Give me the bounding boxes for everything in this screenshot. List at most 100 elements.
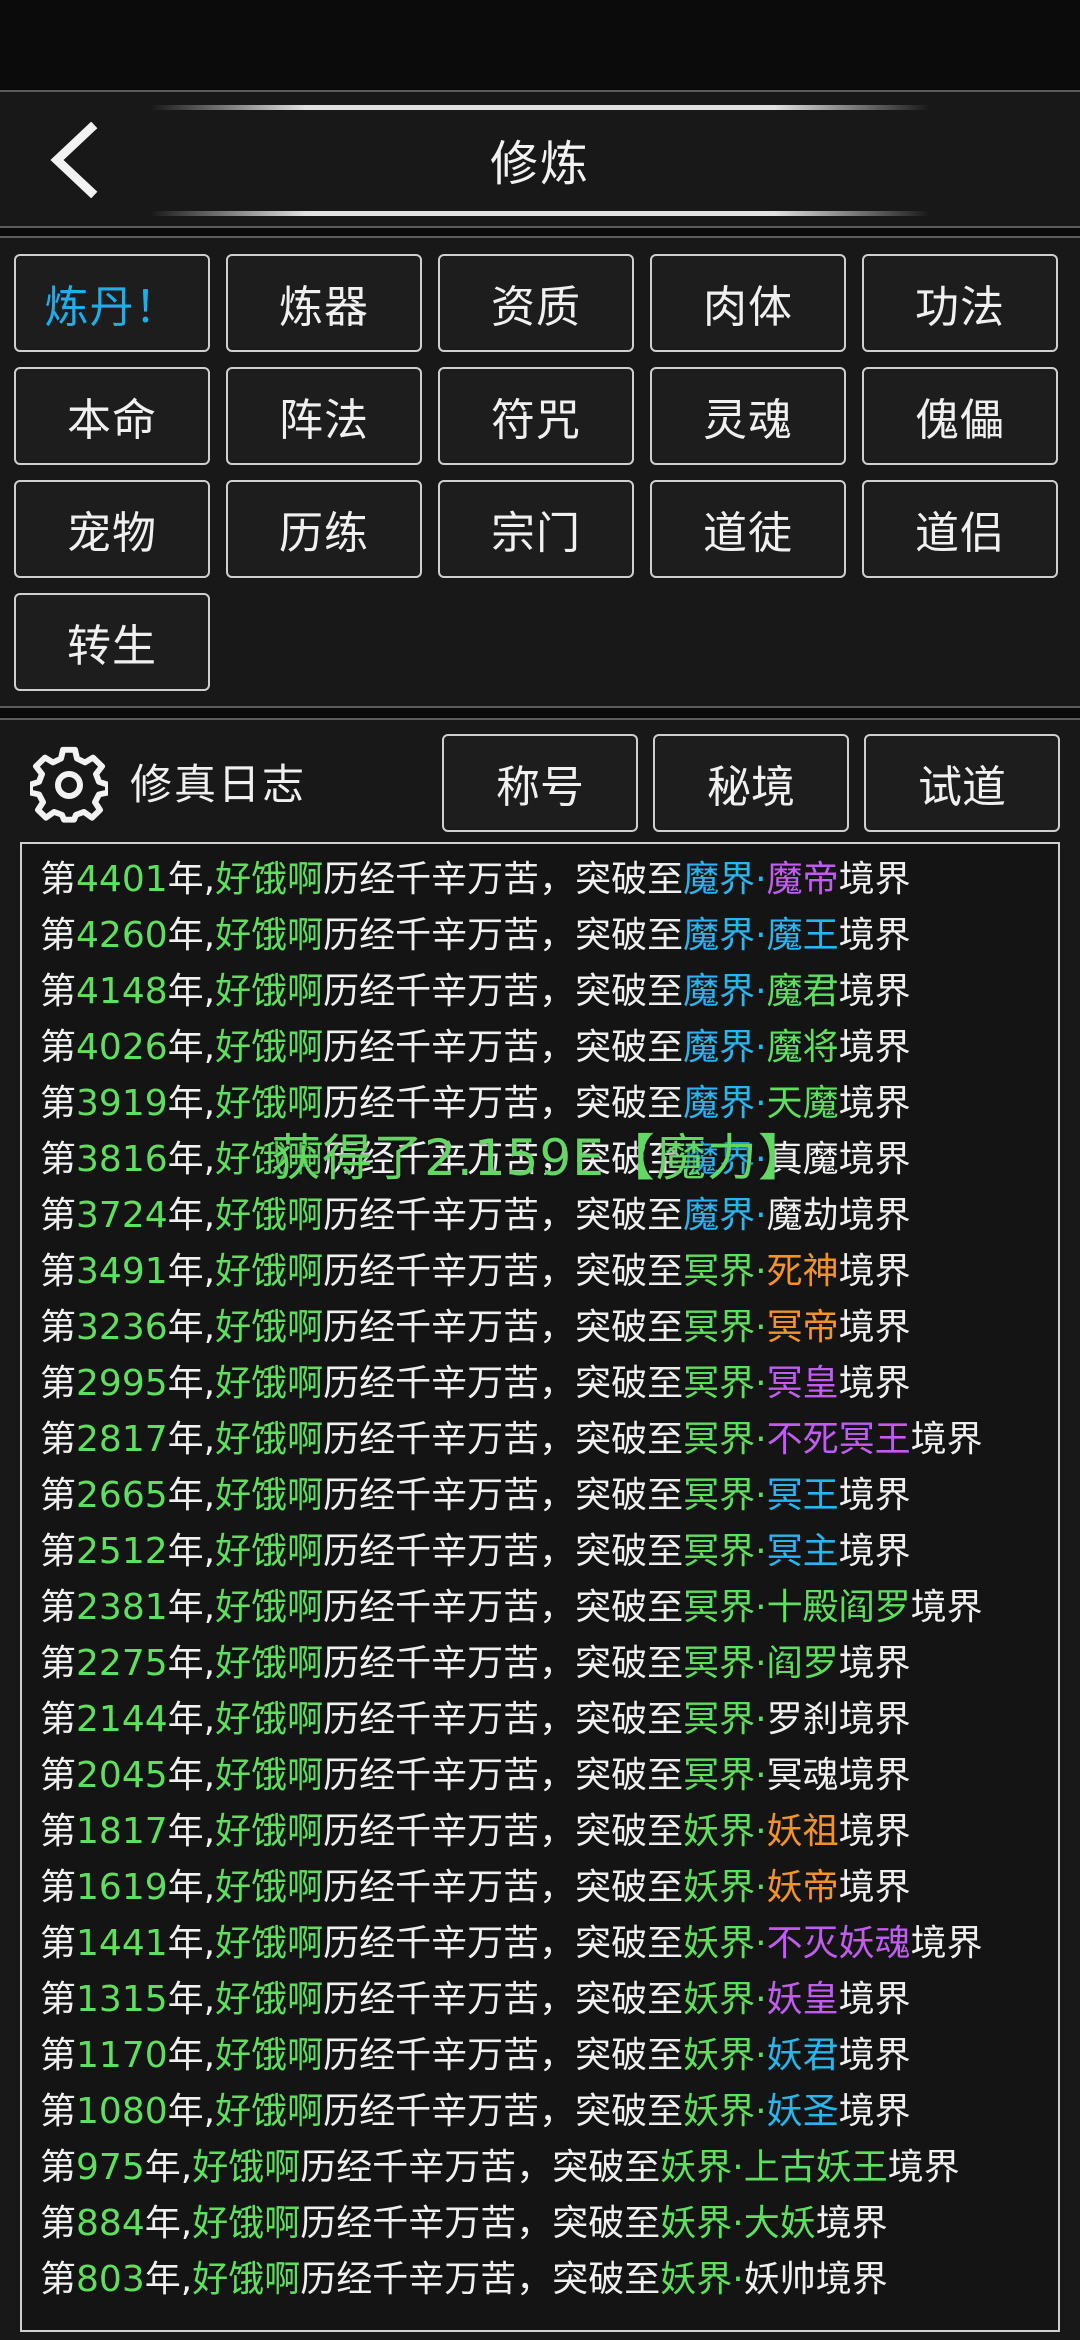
log-world: 妖界: [683, 2091, 756, 2132]
log-middle-text: 历经千辛万苦，突破至: [323, 1195, 684, 1236]
log-rank: 妖帝: [766, 1867, 839, 1908]
log-separator-dot: ·: [755, 1531, 767, 1572]
menu-button-aptitude[interactable]: 资质: [438, 254, 634, 352]
log-year: 884: [76, 2203, 145, 2244]
log-middle-text: 历经千辛万苦，突破至: [323, 2035, 684, 2076]
log-year: 2045: [76, 1755, 168, 1796]
log-prefix: 第: [40, 1363, 77, 1404]
log-character-name: 好饿啊: [215, 1923, 324, 1964]
log-prefix: 第: [40, 1475, 77, 1516]
log-prefix: 第: [40, 1699, 77, 1740]
log-middle-text: 历经千辛万苦，突破至: [323, 1811, 684, 1852]
log-year-suffix: 年,: [167, 1867, 216, 1908]
log-year: 4401: [76, 859, 168, 900]
log-prefix: 第: [40, 1867, 77, 1908]
log-separator-dot: ·: [755, 1419, 767, 1460]
log-middle-text: 历经千辛万苦，突破至: [323, 1419, 684, 1460]
log-year-suffix: 年,: [167, 1979, 216, 2020]
log-year-suffix: 年,: [167, 1531, 216, 1572]
log-separator-dot: ·: [755, 2035, 767, 2076]
log-year-suffix: 年,: [167, 971, 216, 1012]
menu-button-puppet[interactable]: 傀儡: [862, 367, 1058, 465]
gear-icon[interactable]: [30, 746, 108, 824]
header-decor-line-bottom: [150, 211, 930, 216]
log-world: 冥界: [683, 1755, 756, 1796]
log-character-name: 好饿啊: [215, 1755, 324, 1796]
log-prefix: 第: [40, 2203, 77, 2244]
log-year-suffix: 年,: [167, 2091, 216, 2132]
log-entry: 第975年,好饿啊历经千辛万苦，突破至妖界·上古妖王境界: [40, 2140, 983, 2196]
log-year: 3724: [76, 1195, 168, 1236]
log-year-suffix: 年,: [167, 2035, 216, 2076]
menu-button-natal[interactable]: 本命: [14, 367, 210, 465]
log-prefix: 第: [40, 1251, 77, 1292]
menu-button-formation[interactable]: 阵法: [226, 367, 422, 465]
menu-button-rebirth[interactable]: 转生: [14, 593, 210, 691]
log-year-suffix: 年,: [167, 859, 216, 900]
log-world: 魔界: [683, 915, 756, 956]
status-bar-area: [0, 0, 1080, 88]
log-year: 803: [76, 2259, 145, 2300]
log-rank: 魔王: [766, 915, 839, 956]
log-year: 3236: [76, 1307, 168, 1348]
log-prefix: 第: [40, 1755, 77, 1796]
log-prefix: 第: [40, 1587, 77, 1628]
log-separator-dot: ·: [755, 1755, 767, 1796]
menu-button-disciple[interactable]: 道徒: [650, 480, 846, 578]
menu-button-body[interactable]: 肉体: [650, 254, 846, 352]
log-year: 2665: [76, 1475, 168, 1516]
menu-button-pet[interactable]: 宠物: [14, 480, 210, 578]
log-middle-text: 历经千辛万苦，突破至: [323, 1979, 684, 2020]
log-character-name: 好饿啊: [192, 2147, 301, 2188]
log-year-suffix: 年,: [167, 1755, 216, 1796]
log-character-name: 好饿啊: [215, 1419, 324, 1460]
log-character-name: 好饿啊: [215, 1251, 324, 1292]
log-list-box[interactable]: 第4401年,好饿啊历经千辛万苦，突破至魔界·魔帝境界 第4260年,好饿啊历经千…: [20, 842, 1060, 2332]
log-entry: 第4401年,好饿啊历经千辛万苦，突破至魔界·魔帝境界: [40, 852, 983, 908]
log-prefix: 第: [40, 2035, 77, 2076]
log-suffix: 境界: [838, 1643, 911, 1684]
log-suffix: 境界: [838, 1251, 911, 1292]
menu-button-sect[interactable]: 宗门: [438, 480, 634, 578]
menu-button-alchemy[interactable]: 炼丹！: [14, 254, 210, 352]
menu-button-talisman[interactable]: 符咒: [438, 367, 634, 465]
log-suffix: 境界: [838, 1979, 911, 2020]
log-world: 冥界: [683, 1363, 756, 1404]
log-suffix: 境界: [815, 2259, 888, 2300]
log-middle-text: 历经千辛万苦，突破至: [323, 1251, 684, 1292]
menu-button-soul[interactable]: 灵魂: [650, 367, 846, 465]
log-entry: 第1170年,好饿啊历经千辛万苦，突破至妖界·妖君境界: [40, 2028, 983, 2084]
menu-button-training[interactable]: 历练: [226, 480, 422, 578]
log-rank: 冥皇: [766, 1363, 839, 1404]
log-world: 妖界: [683, 2035, 756, 2076]
log-character-name: 好饿啊: [215, 1307, 324, 1348]
menu-button-technique[interactable]: 功法: [862, 254, 1058, 352]
log-middle-text: 历经千辛万苦，突破至: [323, 1867, 684, 1908]
log-rank: 妖皇: [766, 1979, 839, 2020]
log-middle-text: 历经千辛万苦，突破至: [323, 1755, 684, 1796]
log-world: 妖界: [660, 2147, 733, 2188]
log-rank: 罗刹: [766, 1699, 839, 1740]
menu-button-partner[interactable]: 道侣: [862, 480, 1058, 578]
log-middle-text: 历经千辛万苦，突破至: [300, 2259, 661, 2300]
tab-trial[interactable]: 试道: [864, 734, 1060, 832]
log-entry: 第2817年,好饿啊历经千辛万苦，突破至冥界·不死冥王境界: [40, 1412, 983, 1468]
log-year-suffix: 年,: [167, 1923, 216, 1964]
log-separator-dot: ·: [755, 915, 767, 956]
log-middle-text: 历经千辛万苦，突破至: [323, 1643, 684, 1684]
log-title: 修真日志: [130, 760, 307, 809]
menu-button-forging[interactable]: 炼器: [226, 254, 422, 352]
log-entry: 第1817年,好饿啊历经千辛万苦，突破至妖界·妖祖境界: [40, 1804, 983, 1860]
log-suffix: 境界: [838, 1867, 911, 1908]
log-rank: 妖圣: [766, 2091, 839, 2132]
log-suffix: 境界: [838, 1755, 911, 1796]
log-rank: 死神: [766, 1251, 839, 1292]
log-separator-dot: ·: [755, 1363, 767, 1404]
log-prefix: 第: [40, 915, 77, 956]
log-world: 冥界: [683, 1475, 756, 1516]
tab-secret-realm[interactable]: 秘境: [653, 734, 849, 832]
log-separator-dot: ·: [755, 859, 767, 900]
log-year: 2817: [76, 1419, 168, 1460]
log-suffix: 境界: [838, 2035, 911, 2076]
tab-titles[interactable]: 称号: [442, 734, 638, 832]
